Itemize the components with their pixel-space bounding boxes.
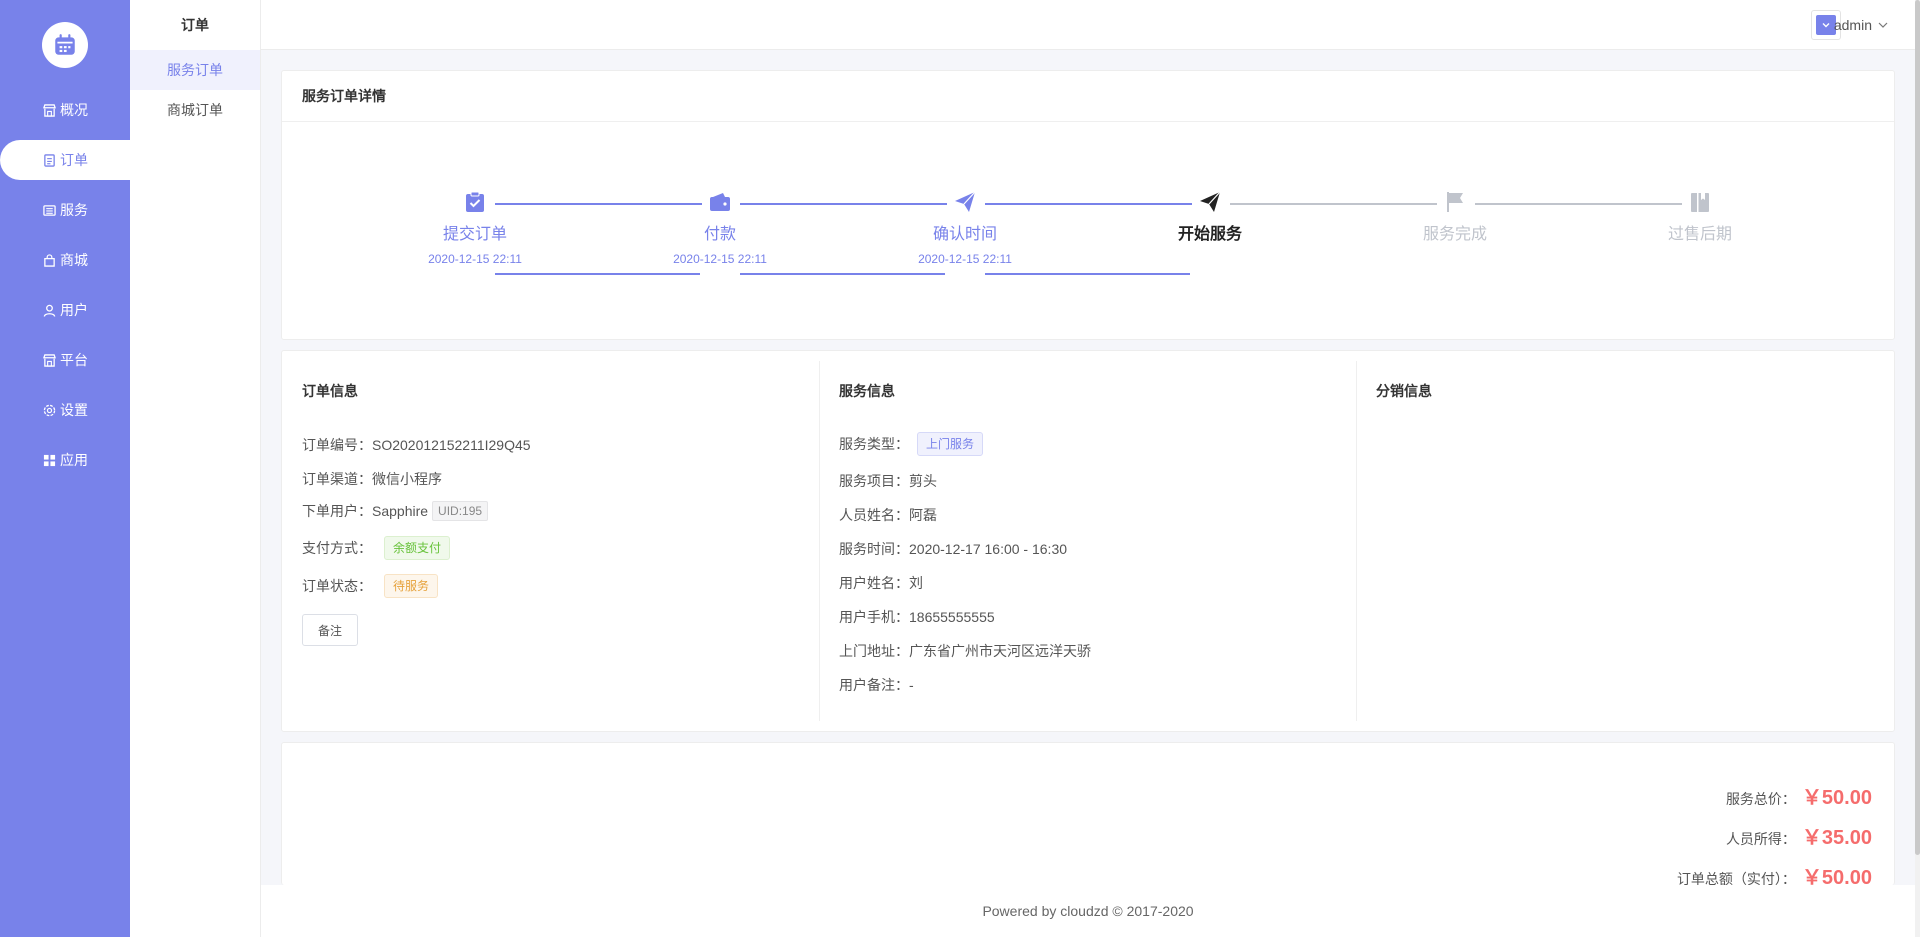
user-icon — [42, 303, 56, 317]
nav-item-platform[interactable]: 平台 — [0, 340, 130, 380]
step-after-sales: 过售后期 — [1600, 188, 1800, 252]
service-type-row: 服务类型： 上门服务 — [839, 432, 984, 456]
step-label: 提交订单 — [442, 226, 507, 243]
book-icon — [1691, 193, 1709, 212]
shop-icon — [42, 103, 56, 117]
nav-item-apps[interactable]: 应用 — [0, 440, 130, 480]
staff-name-row: 人员姓名： 阿磊 — [839, 507, 937, 523]
service-total-row: 服务总价： ￥50.00 — [1726, 781, 1872, 810]
nav-item-label: 应用 — [60, 452, 88, 468]
document-icon — [42, 153, 56, 167]
app-logo[interactable] — [42, 22, 88, 68]
order-number: SO202012152211I29Q45 — [372, 437, 531, 453]
sub-sidebar-title: 订单 — [181, 17, 209, 33]
staff-income-value: ￥35.00 — [1801, 827, 1872, 849]
nav-item-label: 用户 — [60, 302, 88, 318]
sub-item-service-orders[interactable]: 服务订单 — [130, 50, 260, 90]
section-title: 分销信息 — [1376, 383, 1432, 399]
price-card: 服务总价： ￥50.00 人员所得： ￥35.00 订单总额（实付）： ￥50.… — [281, 742, 1895, 889]
customer-remark-row: 用户备注： - — [839, 677, 914, 693]
service-time-row: 服务时间： 2020-12-17 16:00 - 16:30 — [839, 541, 1068, 557]
top-bar: admin — [261, 0, 1915, 50]
gear-icon — [42, 403, 56, 417]
info-card: 订单信息 订单编号： SO202012152211I29Q45 订单渠道： 微信… — [281, 350, 1895, 732]
service-type-tag: 上门服务 — [917, 432, 984, 456]
sub-sidebar: 订单 服务订单 商城订单 — [130, 0, 261, 937]
distribution-info-section: 分销信息 — [1356, 361, 1894, 721]
user-name: admin — [1833, 17, 1872, 33]
pay-method-tag: 余额支付 — [384, 536, 451, 560]
paper-plane-icon — [955, 191, 976, 212]
page-scrollbar[interactable] — [1915, 0, 1920, 937]
step-label: 服务完成 — [1422, 226, 1487, 243]
chevron-down-icon — [1878, 22, 1888, 28]
clipboard-check-icon — [466, 191, 484, 212]
step-start-service: 开始服务 — [1110, 188, 1310, 252]
step-time: 2020-12-15 22:11 — [428, 252, 522, 266]
calendar-icon — [55, 34, 75, 55]
nav-item-label: 概况 — [60, 102, 88, 118]
step-confirm-time: 确认时间 2020-12-15 22:11 — [865, 188, 1065, 266]
nav-item-overview[interactable]: 概况 — [0, 90, 130, 130]
nav-item-label: 服务 — [60, 202, 88, 218]
service-info-section: 服务信息 服务类型： 上门服务 服务项目： 剪头 人员姓名： 阿磊 服务时间： … — [819, 361, 1356, 721]
flag-icon — [1447, 192, 1463, 212]
order-detail-card: 服务订单详情 提交订单 2020-12-15 22:11 付款 2020-12-… — [281, 70, 1895, 340]
step-time: 2020-12-15 22:11 — [673, 252, 767, 266]
status-badge: 待服务 — [384, 574, 439, 598]
nav-item-label: 平台 — [60, 352, 88, 368]
step-label: 开始服务 — [1177, 226, 1242, 243]
nav-item-label: 设置 — [60, 402, 88, 418]
step-label: 确认时间 — [932, 226, 997, 243]
order-info-section: 订单信息 订单编号： SO202012152211I29Q45 订单渠道： 微信… — [282, 361, 819, 721]
main-sidebar: 概况 订单 服务 商城 用户 平台 设置 应用 — [0, 0, 130, 937]
nav-item-mall[interactable]: 商城 — [0, 240, 130, 280]
customer-name-row: 用户姓名： 刘 — [839, 575, 923, 591]
step-connector — [740, 273, 945, 275]
order-channel-row: 订单渠道： 微信小程序 — [302, 471, 442, 487]
chevron-down-icon — [1822, 23, 1830, 28]
section-title: 服务信息 — [839, 383, 895, 399]
remark-button[interactable]: 备注 — [302, 614, 358, 646]
step-service-done: 服务完成 — [1355, 188, 1555, 252]
uid-badge: UID:195 — [432, 501, 489, 521]
store-icon — [42, 353, 56, 367]
step-time: 2020-12-15 22:11 — [918, 252, 1012, 266]
order-status-row: 订单状态： 待服务 — [302, 574, 439, 598]
service-address-row: 上门地址： 广东省广州市天河区远洋天骄 — [839, 643, 1091, 659]
scrollbar-thumb[interactable] — [1915, 0, 1920, 855]
send-icon — [1200, 191, 1221, 212]
footer: Powered by cloudzd © 2017-2020 — [261, 885, 1915, 937]
user-menu[interactable]: admin — [1834, 0, 1889, 50]
order-number-row: 订单编号： SO202012152211I29Q45 — [302, 437, 531, 453]
step-payment: 付款 2020-12-15 22:11 — [620, 188, 820, 266]
sub-item-mall-orders[interactable]: 商城订单 — [130, 90, 260, 130]
nav-item-settings[interactable]: 设置 — [0, 390, 130, 430]
order-channel: 微信小程序 — [372, 471, 442, 487]
nav-item-label: 商城 — [60, 252, 88, 268]
bag-icon — [42, 253, 56, 267]
order-user: Sapphire — [372, 503, 429, 519]
staff-income-row: 人员所得： ￥35.00 — [1726, 821, 1872, 850]
step-label: 付款 — [703, 226, 736, 243]
nav-item-services[interactable]: 服务 — [0, 190, 130, 230]
nav-item-label: 订单 — [60, 152, 88, 168]
service-total-value: ￥50.00 — [1801, 787, 1872, 809]
customer-phone-row: 用户手机： 18655555555 — [839, 609, 995, 625]
step-submit-order: 提交订单 2020-12-15 22:11 — [375, 188, 575, 266]
card-title: 服务订单详情 — [282, 71, 1894, 122]
nav-item-users[interactable]: 用户 — [0, 290, 130, 330]
list-icon — [42, 203, 56, 217]
wallet-icon — [710, 193, 730, 211]
section-title: 订单信息 — [302, 383, 358, 399]
pay-method-row: 支付方式： 余额支付 — [302, 536, 451, 560]
step-connector — [985, 273, 1190, 275]
grid-icon — [42, 453, 56, 467]
step-connector — [495, 273, 700, 275]
step-label: 过售后期 — [1667, 226, 1732, 243]
nav-item-orders[interactable]: 订单 — [0, 140, 130, 180]
service-item-row: 服务项目： 剪头 — [839, 473, 937, 489]
order-user-row: 下单用户： Sapphire UID:195 — [302, 501, 489, 521]
